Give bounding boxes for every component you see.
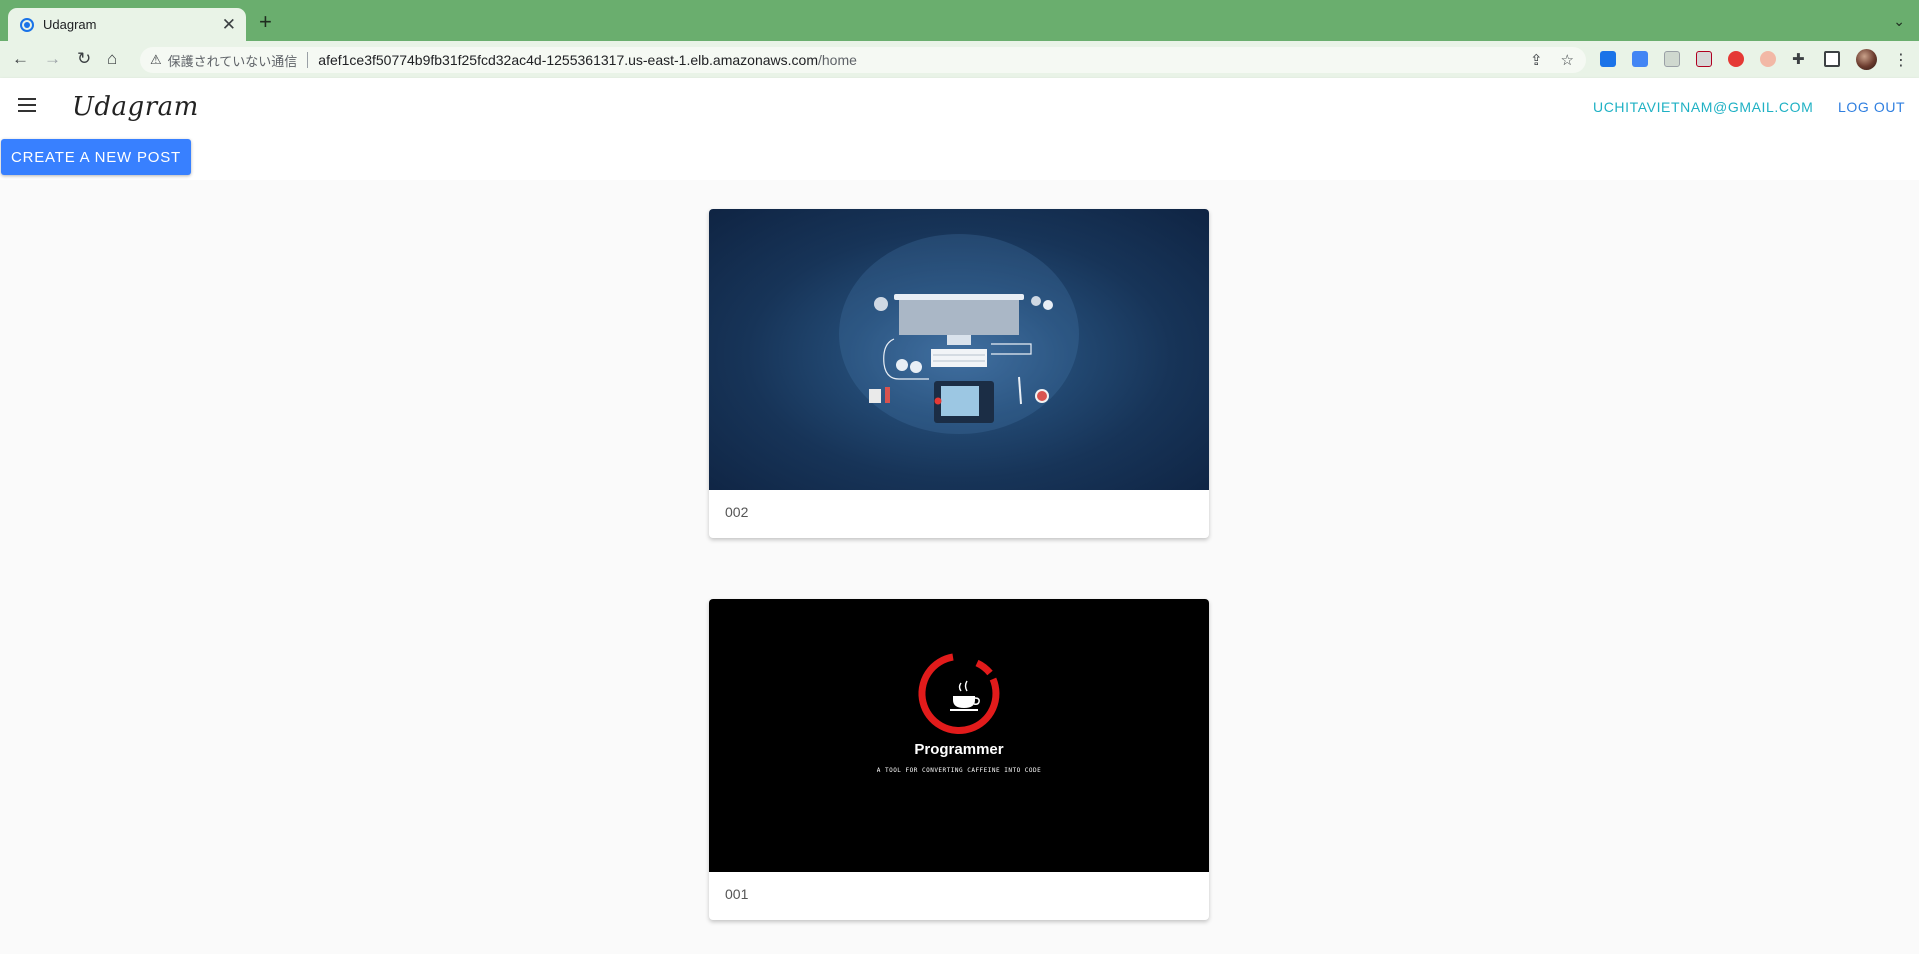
bookmark-star-icon[interactable]: ☆ — [1561, 51, 1574, 69]
programmer-poster — [918, 653, 1000, 734]
feed-item: Programmer A TOOL FOR CONVERTING CAFFEIN… — [709, 599, 1209, 920]
browser-toolbar: ← → ↻ ⌂ ⚠ 保護されていない通信 afef1ce3f50774b9fb3… — [0, 41, 1919, 78]
post-caption: 001 — [725, 886, 749, 902]
favicon-icon — [20, 17, 34, 32]
user-email-link[interactable]: UCHITAVIETNAM@GMAIL.COM — [1593, 99, 1813, 115]
tab-title: Udagram — [43, 17, 97, 32]
warning-icon[interactable]: ⚠ — [150, 52, 162, 68]
not-secure-label[interactable]: 保護されていない通信 — [168, 51, 298, 70]
adblock-extension-icon[interactable] — [1728, 51, 1744, 67]
url-path[interactable]: /home — [818, 52, 857, 68]
translate-extension-icon[interactable] — [1632, 51, 1648, 67]
address-separator — [307, 52, 309, 68]
browser-tab[interactable]: Udagram ✕ — [8, 8, 246, 41]
post-caption: 002 — [725, 504, 749, 520]
brand-logo[interactable]: Udagram — [72, 92, 199, 122]
actions-bar: CREATE A NEW POST — [0, 135, 1919, 180]
tab-search-chevron-icon[interactable]: ⌄ — [1893, 13, 1905, 30]
create-post-button[interactable]: CREATE A NEW POST — [1, 139, 191, 175]
share-icon[interactable]: ⇪ — [1530, 51, 1543, 69]
app-header: Udagram UCHITAVIETNAM@GMAIL.COM LOG OUT — [0, 78, 1919, 135]
feed-item: 002 — [709, 209, 1209, 538]
back-icon[interactable]: ← — [12, 49, 29, 69]
url-host[interactable]: afef1ce3f50774b9fb31f25fcd32ac4d-1255361… — [318, 52, 818, 68]
extension-icon[interactable] — [1696, 51, 1712, 67]
reload-icon[interactable]: ↻ — [77, 49, 91, 69]
browser-tab-bar: Udagram ✕ + ⌄ — [0, 0, 1919, 41]
extension-icon[interactable] — [1664, 51, 1680, 67]
browser-menu-icon[interactable]: ⋮ — [1893, 50, 1909, 70]
profile-avatar[interactable] — [1856, 49, 1877, 70]
new-tab-icon[interactable]: + — [259, 11, 272, 33]
home-icon[interactable]: ⌂ — [107, 49, 117, 69]
extensions-puzzle-icon[interactable]: ✚ — [1792, 50, 1805, 70]
poster-title: Programmer — [914, 741, 1004, 758]
forward-icon[interactable]: → — [44, 49, 61, 69]
post-image: Programmer A TOOL FOR CONVERTING CAFFEIN… — [709, 599, 1209, 872]
menu-icon[interactable] — [18, 98, 36, 112]
extension-icon[interactable] — [1760, 51, 1776, 67]
post-image — [709, 209, 1209, 490]
close-tab-icon[interactable]: ✕ — [222, 16, 236, 33]
address-bar[interactable]: ⚠ 保護されていない通信 afef1ce3f50774b9fb31f25fcd3… — [140, 47, 1586, 73]
desk-illustration — [839, 234, 1079, 434]
poster-subtitle: A TOOL FOR CONVERTING CAFFEINE INTO CODE — [876, 767, 1042, 774]
side-panel-icon[interactable] — [1824, 51, 1840, 67]
extension-icon[interactable] — [1600, 51, 1616, 67]
logout-button[interactable]: LOG OUT — [1838, 99, 1905, 115]
